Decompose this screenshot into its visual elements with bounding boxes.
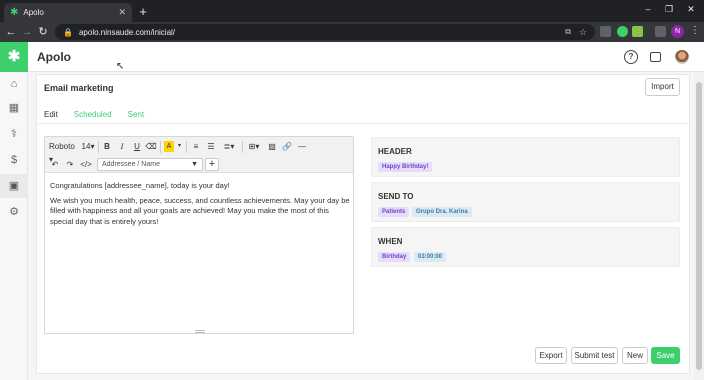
tabs-divider: [36, 123, 690, 124]
stethoscope-icon[interactable]: ⚕: [0, 122, 28, 146]
resize-handle[interactable]: [195, 330, 205, 333]
extension-sheet-icon[interactable]: [632, 26, 643, 37]
mouse-cursor-icon: ↖: [116, 61, 125, 72]
page-title: Email marketing: [44, 83, 114, 93]
redo-icon[interactable]: ↷: [64, 158, 76, 171]
send-to-tag-group: Grupo Dra. Karina: [412, 207, 472, 217]
tab-edit[interactable]: Edit: [44, 110, 58, 119]
eraser-icon[interactable]: ⌫: [145, 140, 157, 153]
toolbar-divider: [186, 141, 187, 153]
font-size-select[interactable]: 14▾: [81, 140, 95, 153]
tab-scheduled[interactable]: Scheduled: [74, 110, 112, 119]
app-title: Apolo: [37, 50, 71, 64]
new-tab-button[interactable]: +: [135, 3, 151, 20]
settings-gear-icon[interactable]: ⚙: [0, 200, 28, 224]
marketing-bag-icon[interactable]: ▣: [0, 174, 28, 198]
close-window-button[interactable]: ✕: [684, 4, 698, 15]
undo-icon[interactable]: ↶: [49, 158, 61, 171]
finance-icon[interactable]: $: [0, 148, 28, 172]
user-avatar[interactable]: [675, 50, 689, 64]
browser-profile-avatar[interactable]: N: [671, 25, 684, 38]
forward-icon[interactable]: →: [20, 25, 34, 39]
chat-icon[interactable]: [650, 52, 661, 62]
font-family-value: Roboto: [49, 142, 75, 151]
home-icon[interactable]: ⌂: [0, 72, 28, 96]
highlight-dropdown-icon[interactable]: ▾: [176, 140, 183, 153]
lock-icon: 🔒: [63, 27, 73, 37]
editor-toolbar: Roboto ▾ 14▾ B I U ⌫ A ▾ ≡ ☰ ≣▾ ⊞▾ ▨ 🔗 —…: [45, 137, 353, 173]
align-icon[interactable]: ≣▾: [220, 140, 238, 153]
table-icon[interactable]: ⊞▾: [245, 140, 263, 153]
addressee-select-label: Addressee / Name: [102, 161, 160, 168]
back-icon[interactable]: ←: [4, 25, 18, 39]
addressee-select[interactable]: Addressee / Name ▼: [97, 158, 203, 171]
when-panel[interactable]: WHEN Birthday 03:00:00: [371, 227, 680, 267]
tab-sent[interactable]: Sent: [128, 110, 144, 119]
extension-pdf-icon[interactable]: [600, 26, 611, 37]
bold-icon[interactable]: B: [101, 140, 113, 153]
when-panel-title: WHEN: [378, 237, 403, 246]
apolo-logo-icon[interactable]: ✱: [0, 42, 28, 72]
when-tag-time: 03:00:00: [414, 252, 447, 262]
browser-tabstrip: ✱ Apolo ✕ + – ❐ ✕: [0, 0, 704, 22]
help-icon[interactable]: ?: [624, 50, 638, 64]
header-panel-title: HEADER: [378, 147, 412, 156]
image-icon[interactable]: ▨: [266, 140, 278, 153]
browser-tab[interactable]: ✱ Apolo ✕: [4, 3, 132, 22]
app-header: ✱ Apolo ?: [0, 42, 704, 72]
link-icon[interactable]: 🔗: [281, 140, 293, 153]
browser-menu-icon[interactable]: ⋮: [690, 25, 700, 36]
ordered-list-icon[interactable]: ≡: [190, 140, 202, 153]
header-panel[interactable]: HEADER Happy Birthday!: [371, 137, 680, 177]
save-button[interactable]: Save: [651, 347, 680, 364]
extension-green-icon[interactable]: [617, 26, 628, 37]
unordered-list-icon[interactable]: ☰: [205, 140, 217, 153]
reload-icon[interactable]: ↻: [36, 25, 50, 39]
new-button[interactable]: New: [622, 347, 648, 364]
toolbar-divider: [160, 141, 161, 153]
editor-content[interactable]: Congratulations [addressee_name], today …: [50, 181, 350, 231]
code-view-icon[interactable]: </>: [79, 158, 93, 171]
toolbar-divider: [98, 141, 99, 153]
submit-test-button[interactable]: Submit test: [571, 347, 618, 364]
address-bar[interactable]: 🔒 apolo.ninsaude.com/inicial/ ⧉ ☆: [55, 24, 595, 40]
export-button[interactable]: Export: [535, 347, 567, 364]
sidebar: ⌂ ▦ ⚕ $ ▣ ⚙: [0, 72, 28, 380]
maximize-window-button[interactable]: ❐: [662, 4, 676, 15]
calendar-icon[interactable]: ▦: [0, 96, 28, 120]
toolbar-divider: [242, 141, 243, 153]
page-scrollbar-thumb[interactable]: [696, 82, 702, 370]
insert-variable-button[interactable]: +: [205, 158, 219, 171]
editor-paragraph: We wish you much health, peace, success,…: [50, 195, 350, 226]
italic-icon[interactable]: I: [116, 140, 128, 153]
minimize-window-button[interactable]: –: [641, 4, 655, 14]
extension-queue-icon[interactable]: [655, 26, 666, 37]
close-tab-icon[interactable]: ✕: [118, 7, 126, 18]
rich-text-editor: Roboto ▾ 14▾ B I U ⌫ A ▾ ≡ ☰ ≣▾ ⊞▾ ▨ 🔗 —…: [44, 136, 354, 334]
bookmark-star-icon[interactable]: ☆: [579, 27, 587, 38]
when-tag-birthday: Birthday: [378, 252, 411, 262]
browser-tab-title: Apolo: [23, 8, 44, 17]
editor-paragraph: Congratulations [addressee_name], today …: [50, 181, 230, 190]
send-to-panel[interactable]: SEND TO Patients Grupo Dra. Karina: [371, 182, 680, 222]
font-family-select[interactable]: Roboto ▾: [49, 140, 79, 164]
apolo-favicon-icon: ✱: [10, 7, 19, 18]
import-button[interactable]: Import: [645, 78, 680, 96]
font-size-value: 14: [81, 142, 91, 151]
address-url[interactable]: apolo.ninsaude.com/inicial/: [79, 28, 565, 37]
send-to-tag-patients: Patients: [378, 207, 410, 217]
send-to-panel-title: SEND TO: [378, 192, 414, 201]
underline-icon[interactable]: U: [131, 140, 143, 153]
chevron-down-icon: ▼: [191, 161, 198, 168]
translate-icon[interactable]: ⧉: [565, 27, 571, 37]
header-tag: Happy Birthday!: [378, 162, 433, 172]
content-tabs: Edit Scheduled Sent: [44, 110, 160, 119]
highlight-color-icon[interactable]: A: [164, 141, 174, 152]
browser-toolbar: ← → ↻ 🔒 apolo.ninsaude.com/inicial/ ⧉ ☆ …: [0, 22, 704, 42]
horizontal-rule-icon[interactable]: —: [296, 140, 308, 153]
